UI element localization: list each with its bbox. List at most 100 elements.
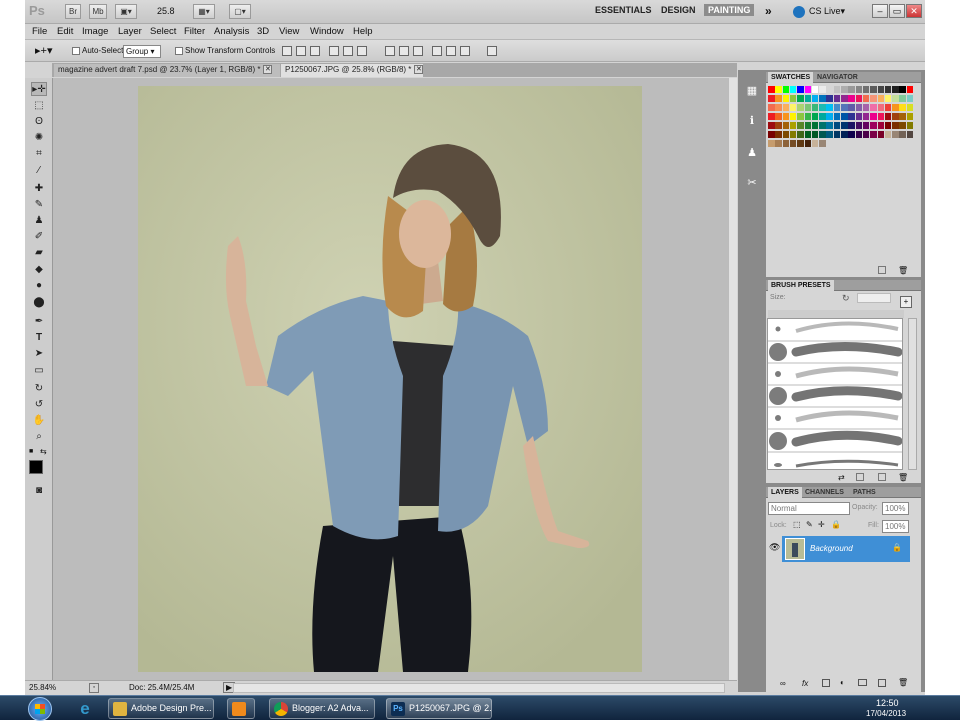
swatch-cell[interactable] bbox=[819, 86, 826, 93]
swatch-cell[interactable] bbox=[841, 86, 848, 93]
new-brush-icon[interactable] bbox=[878, 473, 886, 481]
align-top-icon[interactable] bbox=[282, 46, 292, 56]
lasso-tool-icon[interactable]: ʘ bbox=[31, 115, 47, 129]
swatch-cell[interactable] bbox=[768, 113, 775, 120]
swatches-grid[interactable] bbox=[768, 86, 916, 152]
swatch-cell[interactable] bbox=[862, 104, 870, 111]
menu-layer[interactable]: Layer bbox=[118, 26, 142, 37]
menu-image[interactable]: Image bbox=[82, 26, 108, 37]
swatch-cell[interactable] bbox=[862, 131, 870, 138]
swatch-cell[interactable] bbox=[899, 131, 906, 138]
zoom-percentage-field[interactable]: 25.84% bbox=[29, 683, 56, 692]
restore-button[interactable]: ▭ bbox=[889, 4, 905, 18]
foreground-color-swatch[interactable] bbox=[29, 460, 43, 474]
swatch-cell[interactable] bbox=[775, 140, 782, 147]
swatch-cell[interactable] bbox=[892, 86, 899, 93]
swatch-cell[interactable] bbox=[877, 95, 884, 102]
swatch-cell[interactable] bbox=[892, 113, 899, 120]
brush-preset-list[interactable] bbox=[767, 318, 903, 470]
tab-channels[interactable]: CHANNELS bbox=[802, 487, 847, 498]
swatch-cell[interactable] bbox=[797, 113, 804, 120]
paint-bucket-tool-icon[interactable]: ◆ bbox=[31, 263, 47, 277]
swatch-cell[interactable] bbox=[768, 104, 775, 111]
fill-field[interactable]: 100% bbox=[882, 520, 909, 533]
swatch-cell[interactable] bbox=[782, 131, 790, 138]
3d-rotate-tool-icon[interactable]: ↻ bbox=[31, 382, 47, 396]
distribute-top-icon[interactable] bbox=[385, 46, 395, 56]
swatch-cell[interactable] bbox=[775, 104, 782, 111]
brush-size-field[interactable] bbox=[857, 293, 891, 303]
link-layers-icon[interactable]: ∞ bbox=[780, 679, 786, 688]
distribute-right-icon[interactable] bbox=[460, 46, 470, 56]
swatch-cell[interactable] bbox=[906, 131, 914, 138]
tab-brush-presets[interactable]: BRUSH PRESETS bbox=[768, 280, 834, 291]
swatch-cell[interactable] bbox=[782, 95, 790, 102]
screen-mode-button[interactable]: ▢▾ bbox=[229, 4, 251, 19]
brush-size-slider[interactable] bbox=[768, 310, 904, 318]
swatch-cell[interactable] bbox=[804, 86, 811, 93]
tool-presets-panel-icon[interactable]: ✂ bbox=[743, 174, 761, 192]
swatch-cell[interactable] bbox=[768, 86, 775, 93]
swatch-cell[interactable] bbox=[892, 95, 899, 102]
swatch-cell[interactable] bbox=[768, 131, 775, 138]
type-tool-icon[interactable]: T bbox=[31, 331, 47, 345]
swatch-cell[interactable] bbox=[811, 86, 819, 93]
swatch-cell[interactable] bbox=[862, 113, 870, 120]
swatch-cell[interactable] bbox=[877, 131, 884, 138]
create-new-preset-icon[interactable]: + bbox=[900, 296, 912, 308]
swatch-cell[interactable] bbox=[782, 86, 790, 93]
swatch-cell[interactable] bbox=[848, 131, 855, 138]
swatch-cell[interactable] bbox=[797, 122, 804, 129]
swatch-cell[interactable] bbox=[819, 113, 826, 120]
swatch-cell[interactable] bbox=[870, 95, 877, 102]
swatch-cell[interactable] bbox=[848, 104, 855, 111]
swatch-cell[interactable] bbox=[877, 113, 884, 120]
clone-stamp-tool-icon[interactable]: ♟ bbox=[31, 214, 47, 228]
layer-visibility-eye-icon[interactable]: 👁 bbox=[769, 542, 780, 553]
clone-source-panel-icon[interactable]: ♟ bbox=[743, 144, 761, 162]
toggle-brush-panel-icon[interactable]: ⇄ bbox=[838, 473, 845, 482]
swatch-cell[interactable] bbox=[826, 122, 833, 129]
swatch-cell[interactable] bbox=[775, 131, 782, 138]
swatch-cell[interactable] bbox=[804, 104, 811, 111]
swatch-cell[interactable] bbox=[906, 104, 914, 111]
close-button[interactable]: ✕ bbox=[906, 4, 922, 18]
align-vcenter-icon[interactable] bbox=[296, 46, 306, 56]
menu-view[interactable]: View bbox=[279, 26, 299, 37]
swatch-cell[interactable] bbox=[775, 95, 782, 102]
swatch-cell[interactable] bbox=[841, 104, 848, 111]
swatch-cell[interactable] bbox=[884, 113, 892, 120]
swatch-cell[interactable] bbox=[833, 131, 841, 138]
adjustment-layer-icon[interactable]: ◐ bbox=[840, 678, 845, 687]
swatch-cell[interactable] bbox=[797, 140, 804, 147]
move-tool-preset-icon[interactable]: ▸+▾ bbox=[35, 44, 52, 57]
swatch-cell[interactable] bbox=[855, 113, 863, 120]
swatch-cell[interactable] bbox=[841, 131, 848, 138]
align-hcenter-icon[interactable] bbox=[343, 46, 353, 56]
workspace-painting[interactable]: PAINTING bbox=[704, 4, 755, 16]
new-group-icon[interactable] bbox=[858, 679, 867, 686]
swatch-cell[interactable] bbox=[841, 122, 848, 129]
swatch-cell[interactable] bbox=[797, 95, 804, 102]
swatch-cell[interactable] bbox=[884, 86, 892, 93]
swatch-cell[interactable] bbox=[775, 86, 782, 93]
menu-3d[interactable]: 3D bbox=[257, 26, 269, 37]
swatch-cell[interactable] bbox=[862, 95, 870, 102]
close-tab-icon[interactable]: ✕ bbox=[414, 65, 424, 75]
history-brush-tool-icon[interactable]: ✐ bbox=[31, 230, 47, 244]
info-panel-icon[interactable]: ℹ bbox=[743, 112, 761, 130]
swatch-cell[interactable] bbox=[804, 140, 811, 147]
canvas-vertical-scrollbar[interactable] bbox=[728, 78, 737, 680]
tab-paths[interactable]: PATHS bbox=[850, 487, 879, 498]
menu-select[interactable]: Select bbox=[150, 26, 176, 37]
swatch-cell[interactable] bbox=[833, 95, 841, 102]
swatch-cell[interactable] bbox=[789, 113, 797, 120]
swatch-cell[interactable] bbox=[789, 140, 797, 147]
delete-layer-icon[interactable]: 🗑 bbox=[898, 678, 908, 687]
swatch-cell[interactable] bbox=[906, 122, 914, 129]
swatch-cell[interactable] bbox=[855, 86, 863, 93]
lock-position-icon[interactable]: ✛ bbox=[818, 520, 825, 529]
layer-style-icon[interactable]: fx bbox=[802, 679, 808, 688]
swatch-cell[interactable] bbox=[892, 131, 899, 138]
swatch-cell[interactable] bbox=[782, 122, 790, 129]
